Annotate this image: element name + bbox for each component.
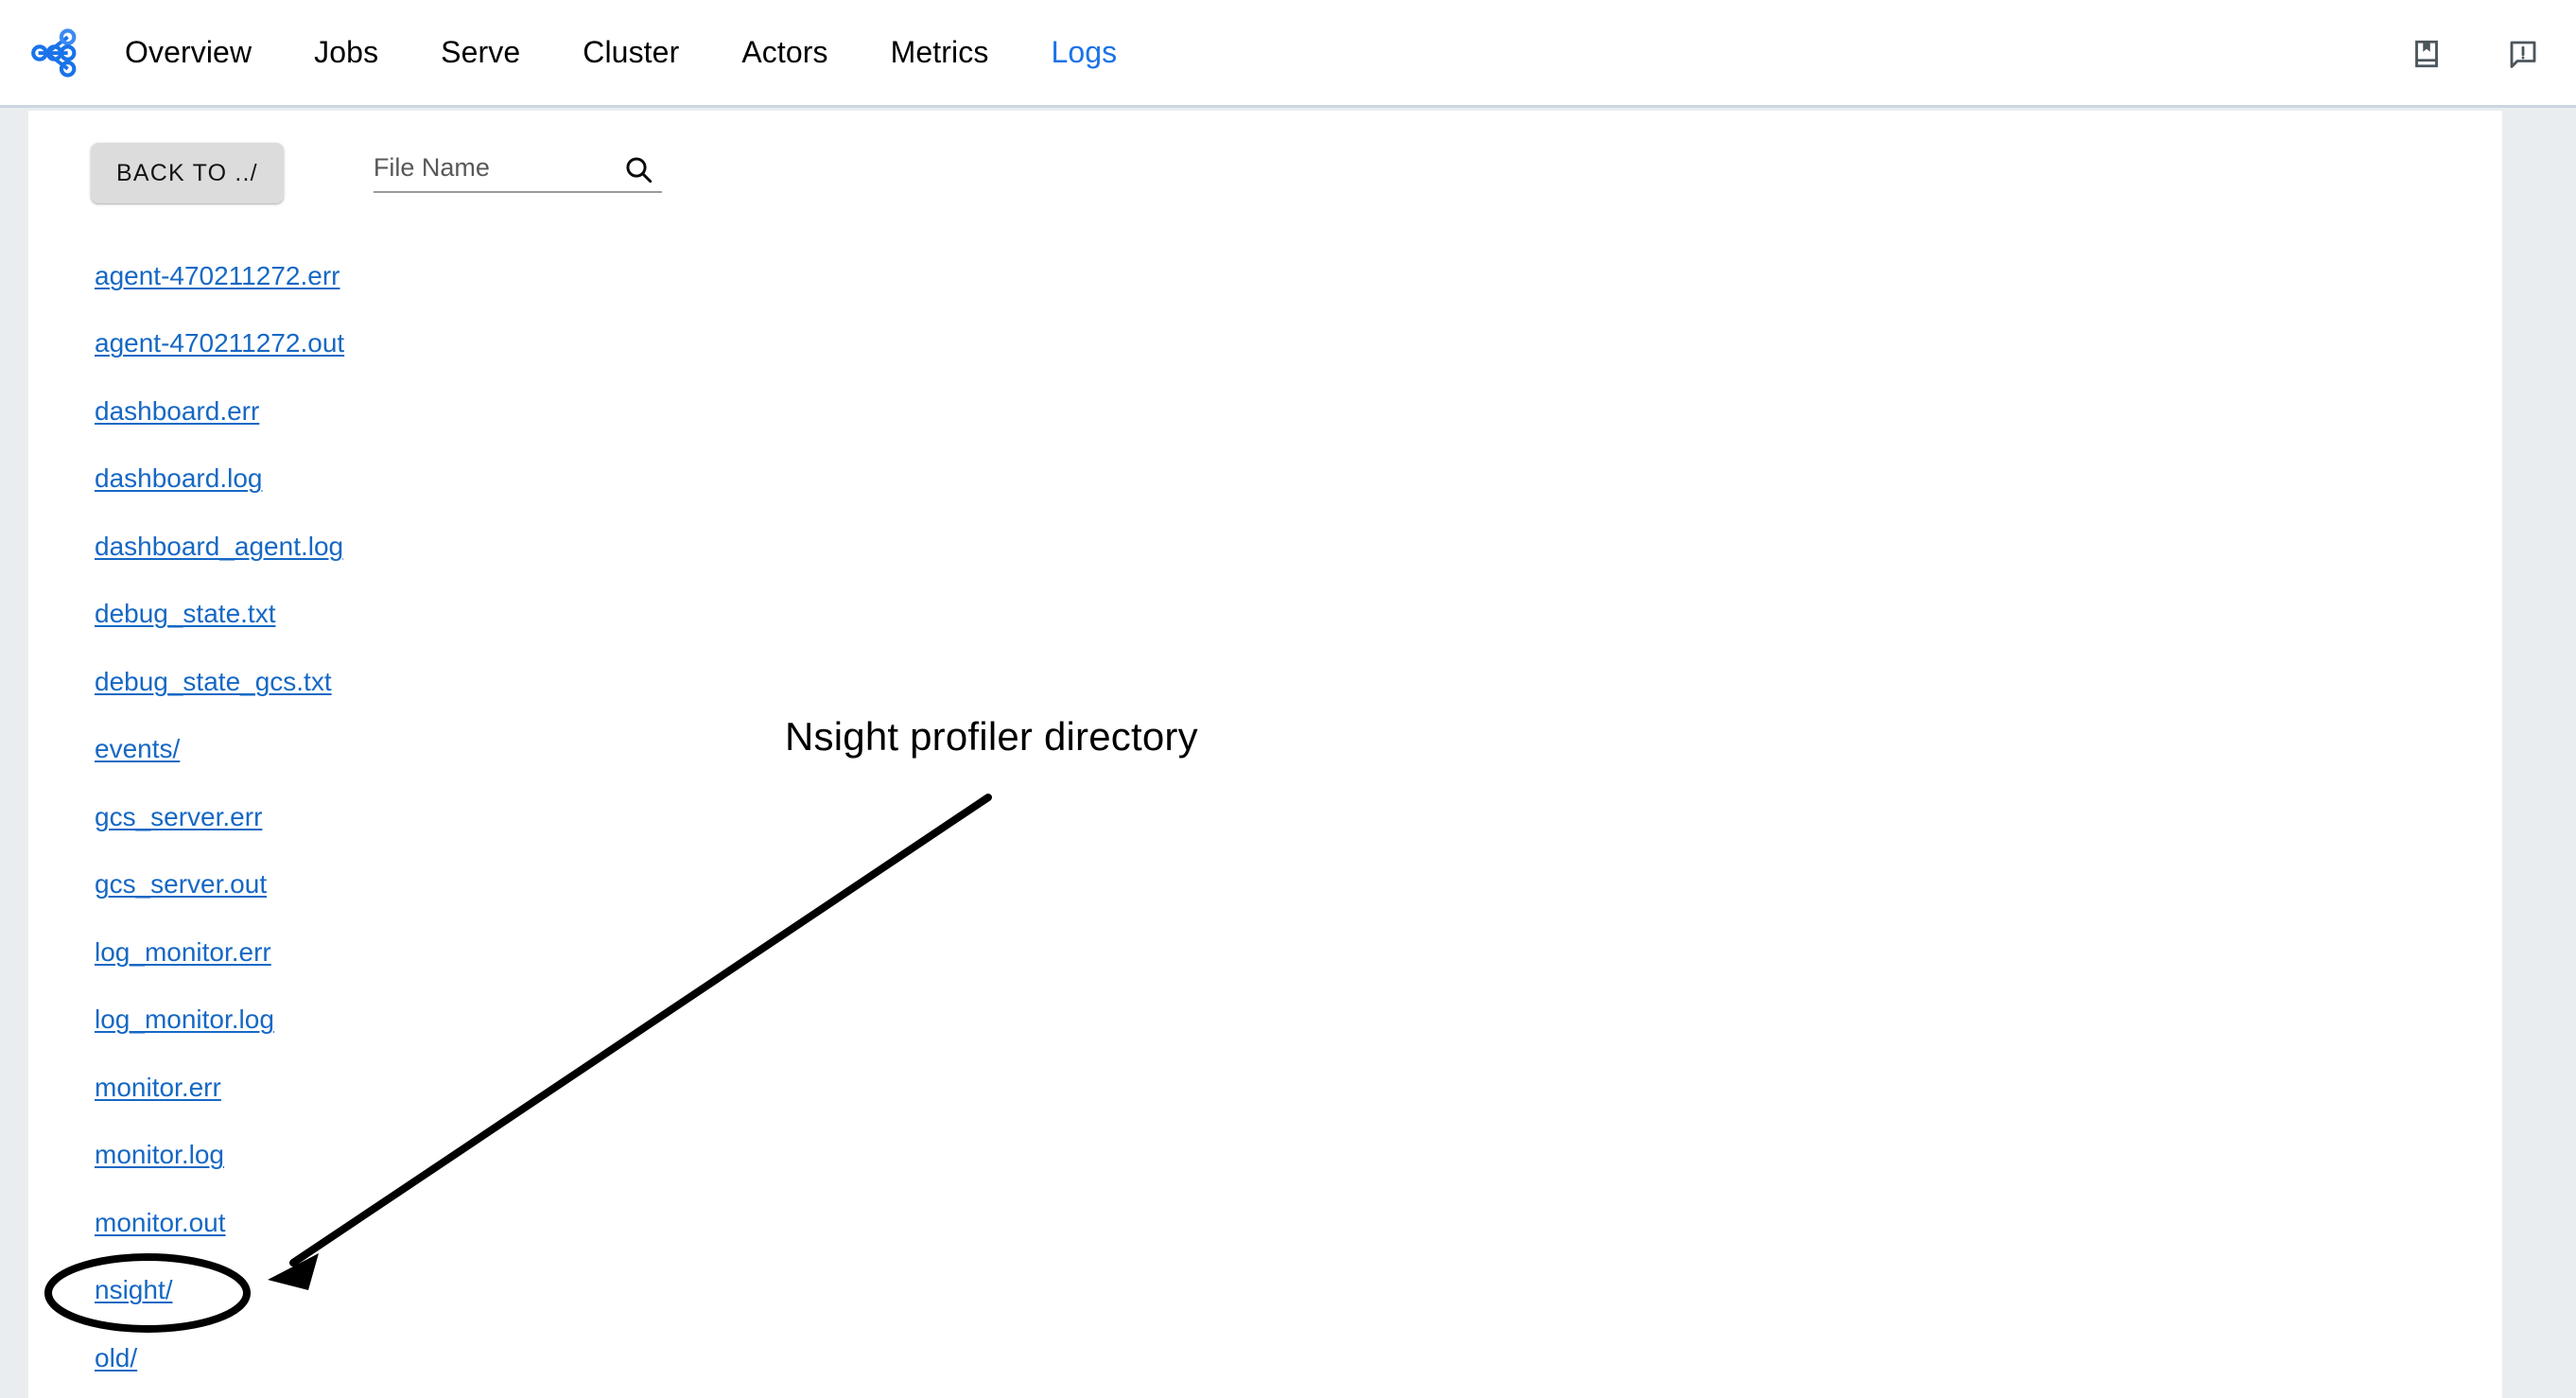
list-item: debug_state.txt <box>95 581 1229 649</box>
file-link[interactable]: dashboard.err <box>95 396 259 427</box>
list-item: monitor.log <box>95 1122 1229 1190</box>
list-item: dashboard.log <box>95 446 1229 514</box>
file-link[interactable]: log_monitor.log <box>95 1005 274 1035</box>
list-item: agent-470211272.err <box>95 242 1229 310</box>
file-link[interactable]: debug_state.txt <box>95 599 275 629</box>
file-link[interactable]: monitor.err <box>95 1073 221 1103</box>
list-item: debug_state_gcs.txt <box>95 648 1229 716</box>
search-input[interactable] <box>373 153 605 184</box>
list-item: monitor.err <box>95 1054 1229 1122</box>
ray-dashboard-window: Overview Jobs Serve Cluster Actors Metri… <box>0 0 2576 1398</box>
file-link[interactable]: dashboard.log <box>95 463 262 494</box>
list-item: dashboard_agent.log <box>95 513 1229 581</box>
file-link[interactable]: agent-470211272.err <box>95 261 339 291</box>
logs-toolbar: BACK TO ../ <box>91 143 662 203</box>
magnifier-icon[interactable] <box>622 153 654 185</box>
directory-link[interactable]: events/ <box>95 734 180 764</box>
directory-link-old[interactable]: old/ <box>95 1343 137 1373</box>
nav-item-actors[interactable]: Actors <box>741 26 827 79</box>
file-link[interactable]: agent-470211272.out <box>95 328 344 358</box>
logs-content-panel: BACK TO ../ agent-470211272.err agent-47… <box>28 111 2502 1398</box>
back-to-parent-button[interactable]: BACK TO ../ <box>91 143 284 203</box>
file-list: agent-470211272.err agent-470211272.out … <box>95 242 1229 1392</box>
nav-item-metrics[interactable]: Metrics <box>891 26 989 79</box>
directory-link-nsight[interactable]: nsight/ <box>95 1275 173 1305</box>
file-name-search <box>373 153 662 193</box>
nav-item-serve[interactable]: Serve <box>441 26 520 79</box>
nav-item-jobs[interactable]: Jobs <box>314 26 378 79</box>
nav-item-cluster[interactable]: Cluster <box>583 26 679 79</box>
file-link[interactable]: monitor.log <box>95 1140 224 1170</box>
nav-item-logs[interactable]: Logs <box>1051 26 1117 79</box>
list-item: monitor.out <box>95 1189 1229 1257</box>
file-link[interactable]: monitor.out <box>95 1208 226 1238</box>
file-link[interactable]: debug_state_gcs.txt <box>95 667 332 697</box>
list-item: dashboard.err <box>95 377 1229 446</box>
header-actions <box>2408 0 2542 108</box>
top-navigation-bar: Overview Jobs Serve Cluster Actors Metri… <box>0 0 2576 108</box>
feedback-alert-icon[interactable] <box>2504 35 2542 73</box>
list-item: log_monitor.err <box>95 918 1229 987</box>
list-item: gcs_server.err <box>95 783 1229 851</box>
file-link[interactable]: log_monitor.err <box>95 937 271 968</box>
list-item: events/ <box>95 716 1229 784</box>
ray-logo-icon[interactable] <box>26 23 87 83</box>
list-item: gcs_server.out <box>95 851 1229 919</box>
list-item: nsight/ <box>95 1257 1229 1325</box>
file-link[interactable]: gcs_server.err <box>95 802 262 832</box>
list-item: agent-470211272.out <box>95 310 1229 378</box>
file-link[interactable]: dashboard_agent.log <box>95 532 343 562</box>
book-bookmark-icon[interactable] <box>2408 35 2445 73</box>
file-link[interactable]: gcs_server.out <box>95 869 267 900</box>
main-nav: Overview Jobs Serve Cluster Actors Metri… <box>110 26 1179 79</box>
list-item: log_monitor.log <box>95 987 1229 1055</box>
list-item: old/ <box>95 1324 1229 1392</box>
nav-item-overview[interactable]: Overview <box>125 26 252 79</box>
